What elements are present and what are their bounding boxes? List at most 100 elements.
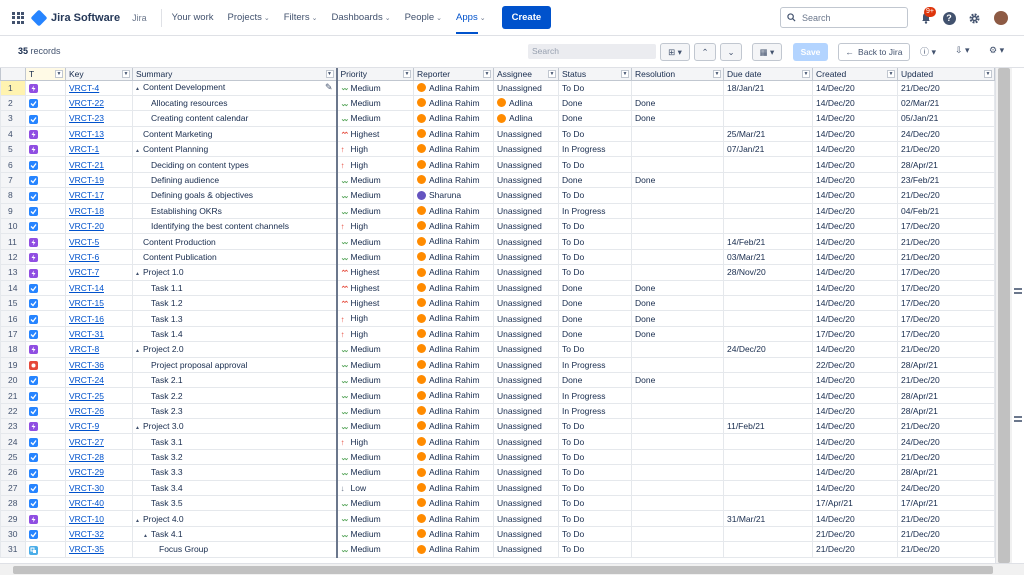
- resolution-cell[interactable]: Done: [631, 279, 724, 296]
- priority-cell[interactable]: ⌃⌃ Highest: [336, 264, 414, 281]
- reporter-cell[interactable]: Adlina Rahim: [413, 418, 494, 435]
- column-header-due-date[interactable]: Due date ▼: [723, 68, 813, 81]
- summary-cell[interactable]: Task 3.4: [132, 479, 338, 497]
- due-date-cell[interactable]: [723, 402, 813, 420]
- status-cell[interactable]: Done: [558, 310, 632, 327]
- nav-item-apps[interactable]: Apps ⌄: [456, 1, 486, 34]
- priority-cell[interactable]: ⌄⌄ Medium: [336, 187, 414, 204]
- reporter-cell[interactable]: Adlina Rahim: [413, 479, 494, 497]
- table-row[interactable]: 31 VRCT-35 Focus Group ⌄⌄ Medium Adlina Rahim…: [0, 541, 995, 558]
- priority-cell[interactable]: ⌄⌄ Medium: [336, 356, 414, 373]
- updated-cell[interactable]: 21/Dec/20: [897, 418, 995, 435]
- priority-cell[interactable]: ⌄⌄ Medium: [336, 541, 414, 558]
- table-row[interactable]: 7 VRCT-19 Defining audience ⌄⌄ Medium Adlina …: [0, 171, 995, 189]
- reporter-cell[interactable]: Adlina Rahim: [413, 156, 494, 173]
- reporter-cell[interactable]: Adlina Rahim: [413, 171, 494, 189]
- expand-toggle-icon[interactable]: ▲: [135, 348, 143, 354]
- assignee-cell[interactable]: Unassigned: [493, 402, 559, 420]
- status-cell[interactable]: Done: [558, 371, 632, 389]
- table-row[interactable]: 4 VRCT-13 Content Marketing ⌃⌃ Highest Adlina…: [0, 125, 995, 143]
- nav-item-filters[interactable]: Filters ⌄: [284, 1, 318, 34]
- table-row[interactable]: 15 VRCT-15 Task 1.2 ⌃⌃ Highest Adlina Rahim Un…: [0, 294, 995, 312]
- table-row[interactable]: 17 VRCT-31 Task 1.4 ↑ High Adlina Rahim Unassi…: [0, 325, 995, 343]
- table-row[interactable]: 5 VRCT-1 ▲ Content Planning ↑ High Adlina Rahi…: [0, 141, 995, 158]
- status-cell[interactable]: To Do: [558, 233, 632, 250]
- reporter-cell[interactable]: Adlina Rahim: [413, 448, 494, 466]
- updated-cell[interactable]: 28/Apr/21: [897, 356, 995, 373]
- reporter-cell[interactable]: Adlina Rahim: [413, 402, 494, 420]
- status-cell[interactable]: Done: [558, 110, 632, 127]
- due-date-cell[interactable]: [723, 525, 813, 543]
- column-header-reporter[interactable]: Reporter ▼: [413, 68, 494, 81]
- profile-button[interactable]: [993, 10, 1009, 26]
- created-cell[interactable]: 14/Dec/20: [812, 79, 898, 96]
- due-date-cell[interactable]: [723, 387, 813, 404]
- due-date-cell[interactable]: 28/Nov/20: [723, 264, 813, 281]
- help-button[interactable]: ?: [941, 10, 957, 26]
- assignee-cell[interactable]: Unassigned: [493, 79, 559, 96]
- created-cell[interactable]: 22/Dec/20: [812, 356, 898, 373]
- created-cell[interactable]: 14/Dec/20: [812, 387, 898, 404]
- updated-cell[interactable]: 21/Dec/20: [897, 448, 995, 466]
- resolution-cell[interactable]: Done: [631, 310, 724, 327]
- summary-cell[interactable]: Task 1.3: [132, 310, 338, 327]
- table-row[interactable]: 13 VRCT-7 ▲ Project 1.0 ⌃⌃ Highest Adlina Rahi…: [0, 264, 995, 281]
- resolution-cell[interactable]: [631, 433, 724, 450]
- assignee-cell[interactable]: Unassigned: [493, 156, 559, 173]
- due-date-cell[interactable]: [723, 479, 813, 497]
- column-header-key[interactable]: Key ▼: [65, 68, 133, 81]
- column-menu-icon[interactable]: ▼: [122, 70, 130, 78]
- nav-item-projects[interactable]: Projects ⌄: [228, 1, 270, 34]
- updated-cell[interactable]: 17/Dec/20: [897, 279, 995, 296]
- table-row[interactable]: 20 VRCT-24 Task 2.1 ⌄⌄ Medium Adlina Rahim Una…: [0, 371, 995, 389]
- column-header-created[interactable]: Created ▼: [812, 68, 898, 81]
- created-cell[interactable]: 14/Dec/20: [812, 448, 898, 466]
- resolution-cell[interactable]: [631, 156, 724, 173]
- reporter-cell[interactable]: Adlina Rahim: [413, 264, 494, 281]
- updated-cell[interactable]: 21/Dec/20: [897, 79, 995, 96]
- priority-cell[interactable]: ⌄⌄ Medium: [336, 341, 414, 358]
- priority-cell[interactable]: ⌄⌄ Medium: [336, 94, 414, 112]
- summary-cell[interactable]: ▲ Project 1.0: [132, 264, 338, 281]
- assignee-cell[interactable]: Unassigned: [493, 495, 559, 512]
- updated-cell[interactable]: 21/Dec/20: [897, 371, 995, 389]
- updated-cell[interactable]: 04/Feb/21: [897, 202, 995, 220]
- status-cell[interactable]: Done: [558, 171, 632, 189]
- created-cell[interactable]: 14/Dec/20: [812, 233, 898, 250]
- reporter-cell[interactable]: Sharuna: [413, 187, 494, 204]
- resolution-cell[interactable]: [631, 233, 724, 250]
- reporter-cell[interactable]: Adlina Rahim: [413, 341, 494, 358]
- table-row[interactable]: 6 VRCT-21 Deciding on content types ↑ High Ad…: [0, 156, 995, 173]
- table-row[interactable]: 29 VRCT-10 ▲ Project 4.0 ⌄⌄ Medium Adlina Rahi…: [0, 510, 995, 527]
- created-cell[interactable]: 14/Dec/20: [812, 510, 898, 527]
- reporter-cell[interactable]: Adlina Rahim: [413, 94, 494, 112]
- assignee-cell[interactable]: Unassigned: [493, 218, 559, 235]
- resolution-cell[interactable]: Done: [631, 94, 724, 112]
- issue-key-link[interactable]: VRCT-13: [65, 125, 133, 143]
- grid-settings-button[interactable]: ⚙ ▾: [989, 45, 1004, 56]
- table-row[interactable]: 9 VRCT-18 Establishing OKRs ⌄⌄ Medium Adlina …: [0, 202, 995, 220]
- column-menu-icon[interactable]: ▼: [887, 70, 895, 78]
- reporter-cell[interactable]: Adlina Rahim: [413, 464, 494, 481]
- updated-cell[interactable]: 21/Dec/20: [897, 525, 995, 543]
- due-date-cell[interactable]: 31/Mar/21: [723, 510, 813, 527]
- assignee-cell[interactable]: Unassigned: [493, 171, 559, 189]
- updated-cell[interactable]: 05/Jan/21: [897, 110, 995, 127]
- issue-key-link[interactable]: VRCT-23: [65, 110, 133, 127]
- issue-key-link[interactable]: VRCT-1: [65, 141, 133, 158]
- priority-cell[interactable]: ↑ High: [336, 156, 414, 173]
- created-cell[interactable]: 14/Dec/20: [812, 433, 898, 450]
- save-button[interactable]: Save: [793, 43, 828, 61]
- assignee-cell[interactable]: Unassigned: [493, 279, 559, 296]
- updated-cell[interactable]: 28/Apr/21: [897, 402, 995, 420]
- due-date-cell[interactable]: 07/Jan/21: [723, 141, 813, 158]
- priority-cell[interactable]: ⌄⌄ Medium: [336, 464, 414, 481]
- summary-cell[interactable]: Task 1.4: [132, 325, 338, 343]
- summary-cell[interactable]: Content Marketing: [132, 125, 338, 143]
- horizontal-scrollbar[interactable]: [0, 563, 1024, 575]
- assignee-cell[interactable]: Unassigned: [493, 325, 559, 343]
- summary-cell[interactable]: Task 2.1: [132, 371, 338, 389]
- reporter-cell[interactable]: Adlina Rahim: [413, 310, 494, 327]
- resolution-cell[interactable]: [631, 448, 724, 466]
- updated-cell[interactable]: 17/Dec/20: [897, 310, 995, 327]
